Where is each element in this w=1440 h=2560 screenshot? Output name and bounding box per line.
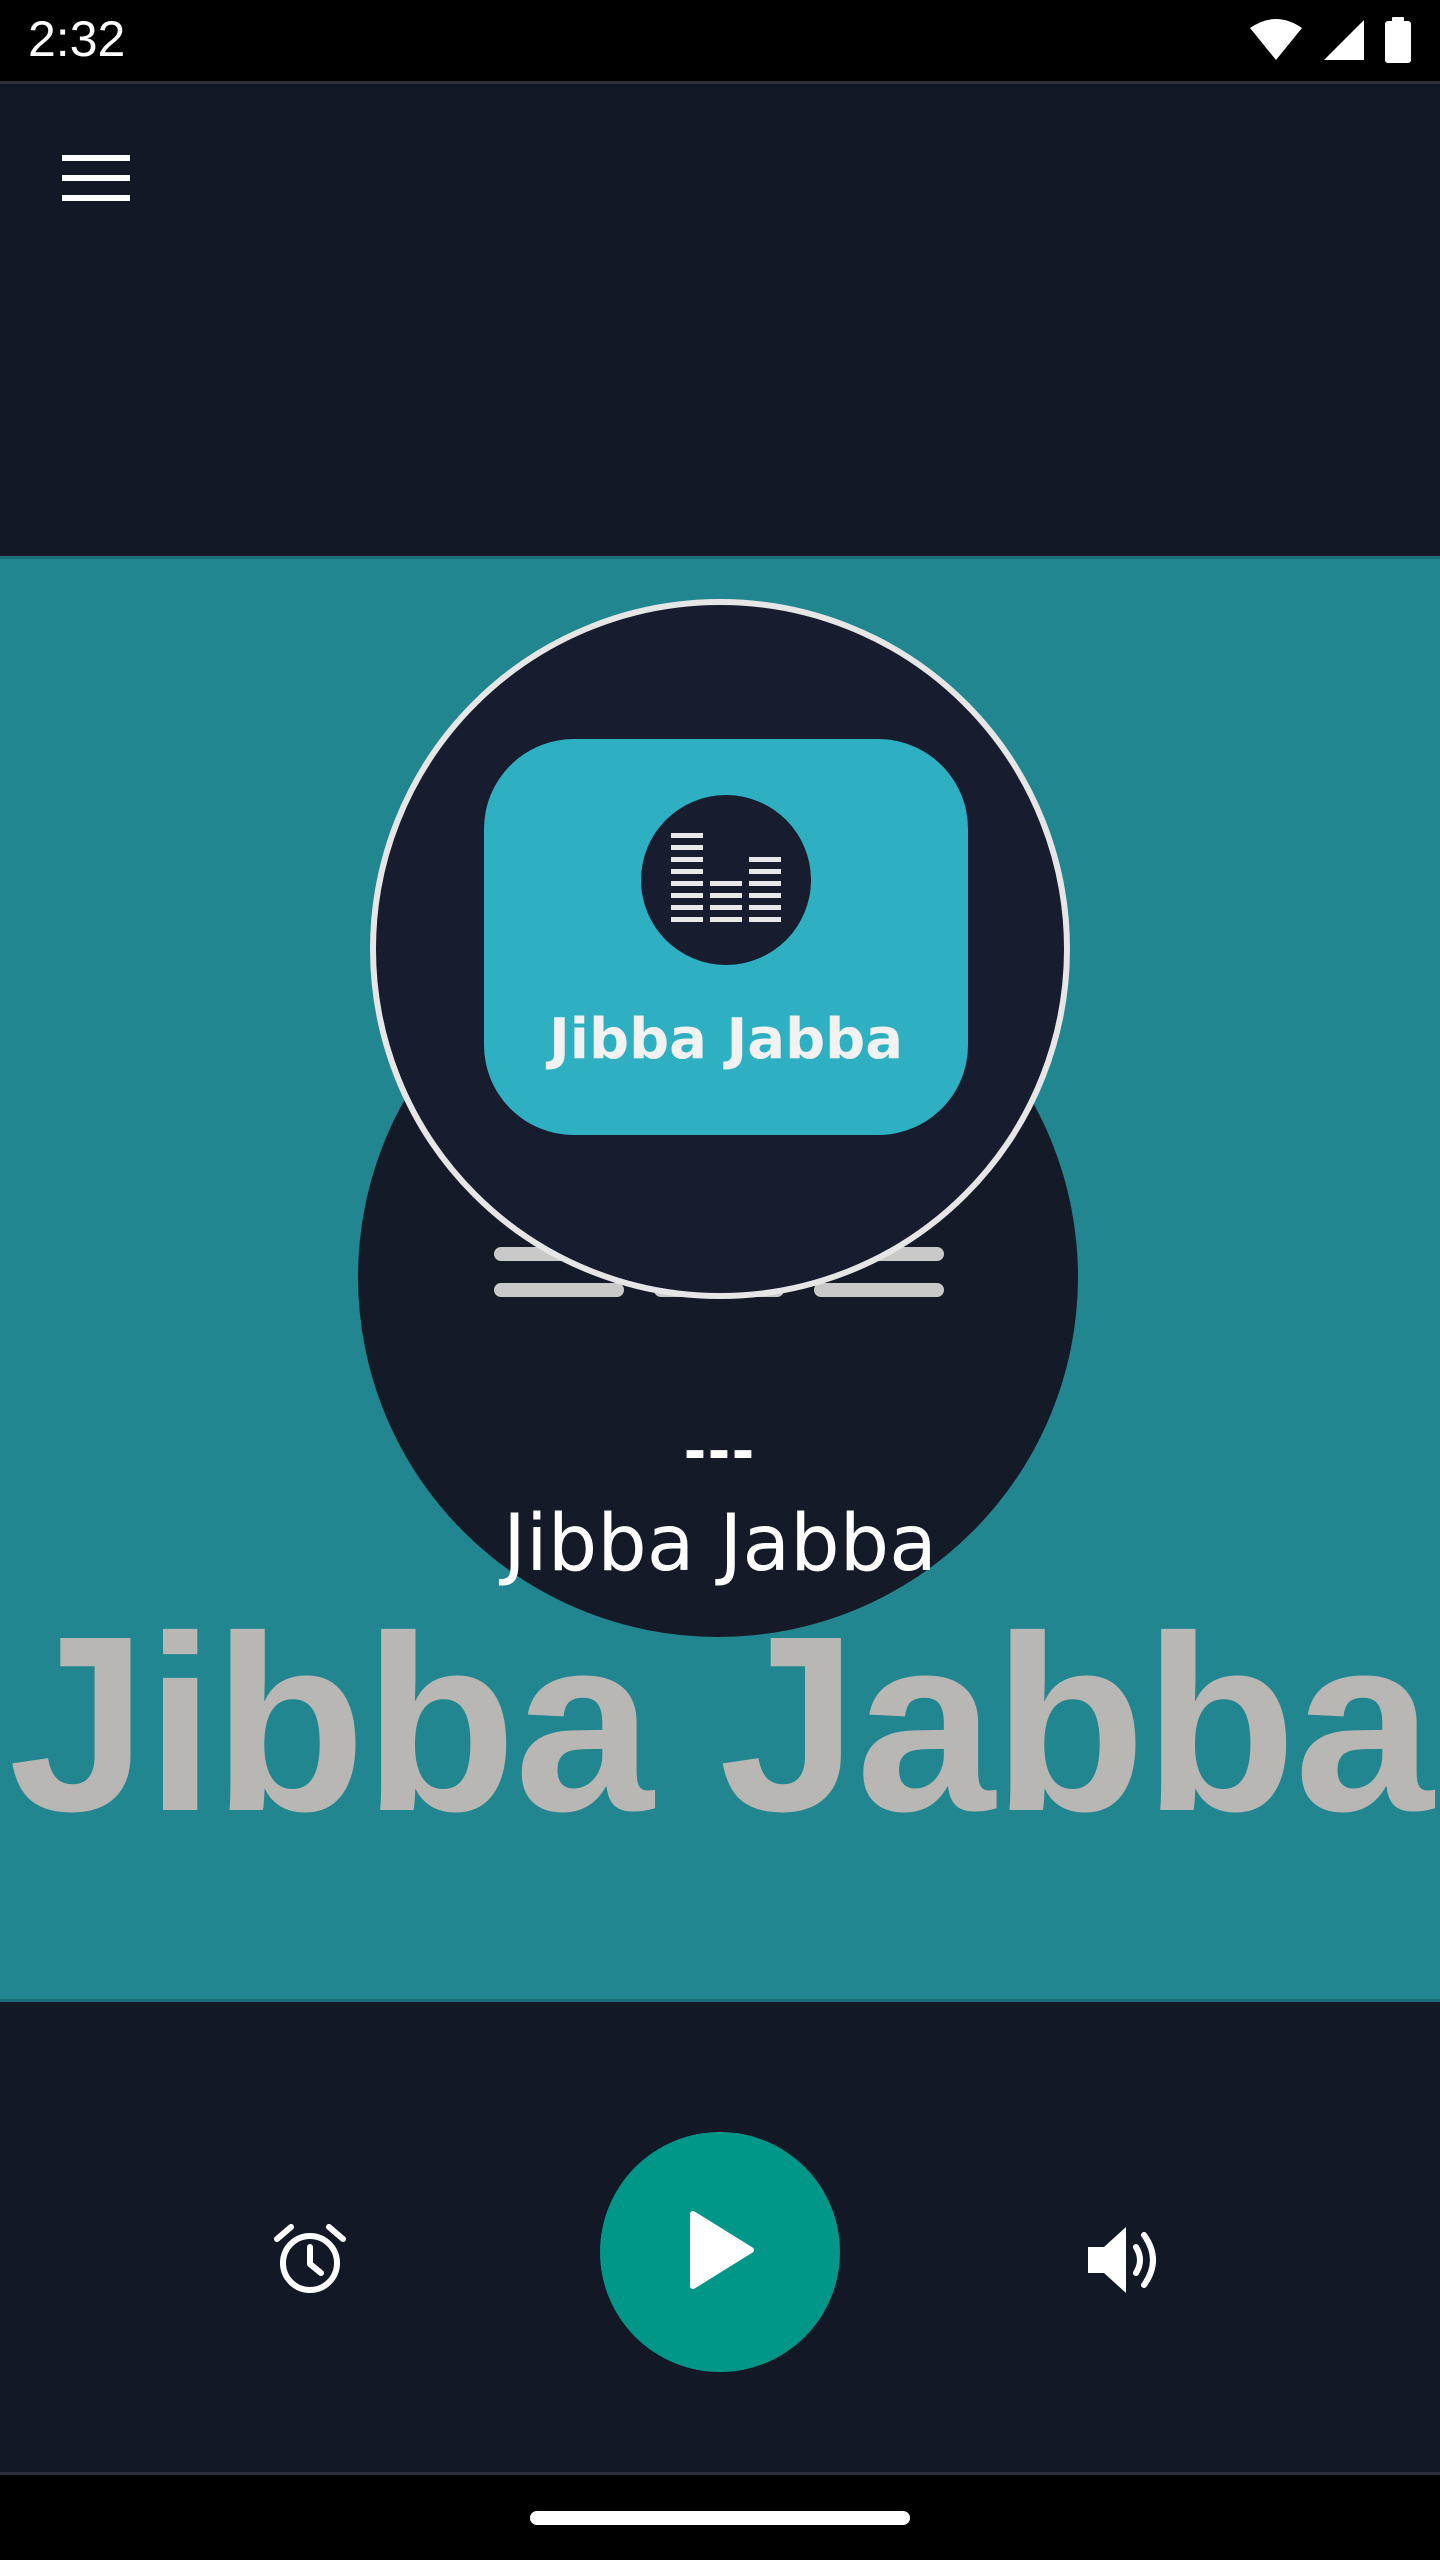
volume-button[interactable] bbox=[1066, 2202, 1186, 2322]
logo-text: Jibba Jabba bbox=[548, 1007, 904, 1072]
player-controls bbox=[0, 2132, 1440, 2372]
artwork-banner: Jibba Jabba --- Jibba Jabba Jibba Jabba bbox=[0, 556, 1440, 2002]
play-icon bbox=[685, 2210, 755, 2295]
track-title: --- bbox=[684, 1411, 756, 1485]
alarm-clock-icon bbox=[273, 2223, 347, 2302]
station-name: Jibba Jabba bbox=[503, 1499, 937, 1589]
battery-icon bbox=[1384, 16, 1412, 68]
status-time: 2:32 bbox=[28, 11, 126, 67]
alarm-button[interactable] bbox=[250, 2202, 370, 2322]
station-logo: Jibba Jabba bbox=[370, 599, 1070, 1299]
background-title: Jibba Jabba bbox=[8, 1584, 1434, 1863]
navigation-bar bbox=[0, 2472, 1440, 2560]
logo-card: Jibba Jabba bbox=[484, 739, 968, 1135]
play-button[interactable] bbox=[600, 2132, 840, 2372]
cellular-signal-icon bbox=[1322, 18, 1366, 67]
status-icons bbox=[1248, 16, 1412, 68]
volume-icon bbox=[1086, 2223, 1166, 2302]
radio-player-screen: 2:32 Jibba Jabba --- Jibba Jabba Jibba J… bbox=[0, 0, 1440, 2560]
menu-button[interactable] bbox=[48, 140, 144, 220]
equalizer-icon bbox=[671, 832, 781, 928]
hamburger-menu-icon bbox=[62, 153, 130, 208]
home-gesture-handle[interactable] bbox=[530, 2511, 910, 2525]
wifi-icon bbox=[1248, 18, 1304, 67]
status-bar: 2:32 bbox=[0, 0, 1440, 84]
logo-icon-circle bbox=[641, 795, 811, 965]
